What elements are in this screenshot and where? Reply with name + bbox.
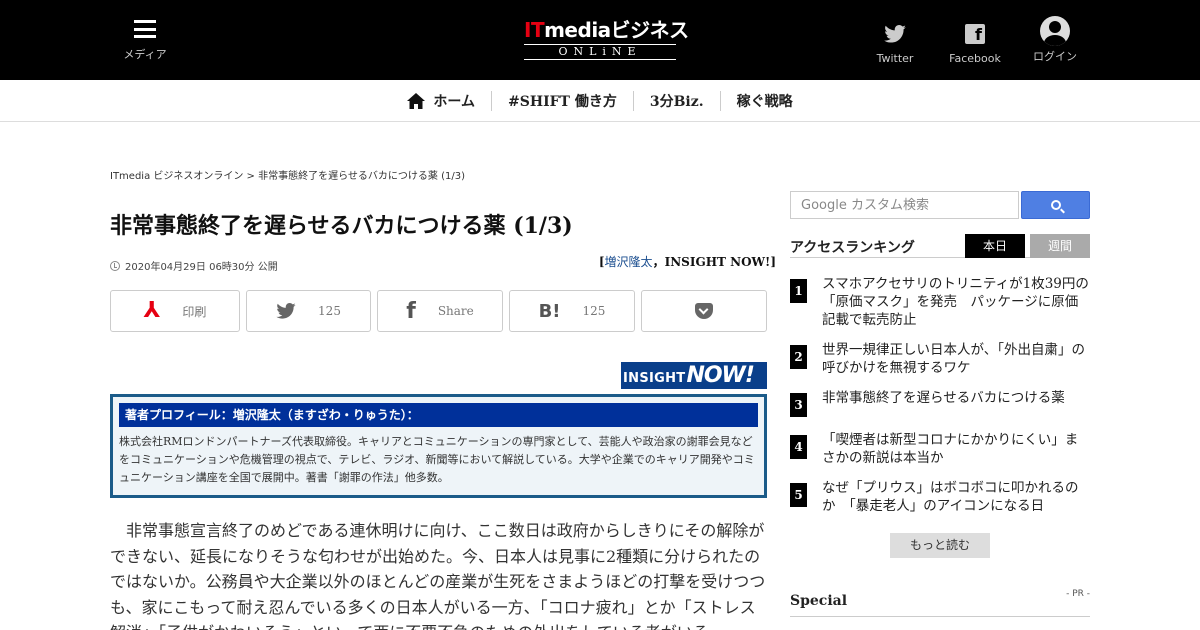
pr-label: - PR - xyxy=(1066,589,1090,599)
logo-main: mediaビジネス xyxy=(544,18,689,42)
ranking-item[interactable]: 4 「喫煙者は新型コロナにかかりにくい」まさかの新説は本当か xyxy=(790,431,1090,467)
hatena-button[interactable]: B! 125 xyxy=(509,290,635,332)
logo-sub: ONLiNE xyxy=(524,44,676,60)
twitter-icon xyxy=(276,303,296,319)
share-toolbar: ⅄ 印刷 125 f Share B! 125 xyxy=(110,290,767,332)
user-icon xyxy=(1040,16,1070,46)
hatena-bookmark-icon: B! xyxy=(538,300,561,322)
main-nav: ホーム #SHIFT 働き方 3分Biz. 稼ぐ戦略 xyxy=(0,80,1200,122)
nav-item-label: ホーム xyxy=(433,93,475,110)
nav-item-label: 稼ぐ戦略 xyxy=(736,93,793,110)
tweet-count: 125 xyxy=(318,304,341,318)
clock-icon xyxy=(110,260,120,271)
ranking-item[interactable]: 3 非常事態終了を遅らせるバカにつける薬 xyxy=(790,389,1090,417)
author-profile-text: 株式会社RMロンドンパートナーズ代表取締役。キャリアとコミュニケーションの専門家… xyxy=(119,435,755,484)
ranking-item-title: 「喫煙者は新型コロナにかかりにくい」まさかの新説は本当か xyxy=(822,432,1079,466)
print-label: 印刷 xyxy=(182,304,207,319)
author-credit: [増沢隆太，INSIGHT NOW!] xyxy=(598,255,776,269)
login-label: ログイン xyxy=(1033,50,1077,63)
ranking-item[interactable]: 5 なぜ「プリウス」はボコボコに叩かれるのか 「暴走老人」のアイコンになる日 xyxy=(790,479,1090,515)
author-profile: 著者プロフィール：増沢隆太（ますざわ・りゅうた）： 株式会社RMロンドンパートナ… xyxy=(110,394,767,498)
tab-weekly[interactable]: 週間 xyxy=(1030,234,1090,258)
insight-now-logo-a: INSIGHT xyxy=(623,371,686,386)
special-title: Special xyxy=(790,593,848,609)
nav-item-home[interactable]: ホーム xyxy=(391,91,491,111)
tab-today[interactable]: 本日 xyxy=(965,234,1025,258)
media-menu-label: メディア xyxy=(123,48,167,61)
special-section-header: Special - PR - xyxy=(790,589,1090,617)
pdf-icon: ⅄ xyxy=(143,298,161,323)
home-icon xyxy=(407,92,426,109)
site-header: メディア ITmediaビジネス ONLiNE Twitter f Facebo… xyxy=(0,0,1200,80)
access-ranking-header: アクセスランキング 本日 週間 xyxy=(790,234,1090,258)
twitter-label: Twitter xyxy=(876,52,914,65)
ranking-item[interactable]: 2 世界一規律正しい日本人が、「外出自粛」の呼びかけを無視するワケ xyxy=(790,341,1090,377)
media-menu-button[interactable]: メディア xyxy=(120,20,170,62)
article-body: 非常事態宣言終了のめどである連休明けに向け、ここ数日は政府からしきりにその解除が… xyxy=(110,521,766,630)
ranking-item-title: 世界一規律正しい日本人が、「外出自粛」の呼びかけを無視するワケ xyxy=(822,342,1085,376)
nav-item-label: #SHIFT 働き方 xyxy=(508,93,617,110)
insight-now-logo[interactable]: INSIGHT NOW! xyxy=(621,362,767,389)
hatena-count: 125 xyxy=(582,304,606,318)
rank-number: 5 xyxy=(790,483,807,507)
author-org: INSIGHT NOW! xyxy=(664,255,771,269)
nav-item-strategy[interactable]: 稼ぐ戦略 xyxy=(719,90,809,111)
facebook-icon: f xyxy=(406,298,416,324)
ranking-item[interactable]: 1 スマホアクセサリのトリニティが1枚39円の「原価マスク」を発売 パッケージに… xyxy=(790,275,1090,329)
nav-item-shift[interactable]: #SHIFT 働き方 xyxy=(491,90,633,111)
insight-now-logo-b: NOW! xyxy=(686,363,754,388)
author-profile-heading: 著者プロフィール：増沢隆太（ますざわ・りゅうた）： xyxy=(119,403,758,427)
ranking-item-title: なぜ「プリウス」はボコボコに叩かれるのか 「暴走老人」のアイコンになる日 xyxy=(822,480,1079,514)
facebook-label: Facebook xyxy=(949,52,1001,65)
tweet-button[interactable]: 125 xyxy=(246,290,371,332)
rank-number: 4 xyxy=(790,435,807,459)
rank-number: 1 xyxy=(790,279,807,303)
facebook-button[interactable]: f Facebook xyxy=(945,22,1005,65)
rank-number: 3 xyxy=(790,393,807,417)
breadcrumb[interactable]: ITmedia ビジネスオンライン > 非常事態終了を遅らせるバカにつける薬 (… xyxy=(110,167,465,182)
hamburger-icon xyxy=(134,20,156,38)
author-link[interactable]: 増沢隆太 xyxy=(605,255,653,269)
twitter-button[interactable]: Twitter xyxy=(865,22,925,65)
page-title: 非常事態終了を遅らせるバカにつける薬 (1/3) xyxy=(110,213,573,239)
search-icon xyxy=(1050,200,1061,210)
print-button[interactable]: ⅄ 印刷 xyxy=(110,290,240,332)
logo-it: IT xyxy=(524,18,545,42)
access-ranking-title: アクセスランキング xyxy=(790,240,915,256)
site-search xyxy=(790,191,1090,219)
ranking-item-title: スマホアクセサリのトリニティが1枚39円の「原価マスク」を発売 パッケージに原価… xyxy=(822,276,1089,328)
ranking-item-title: 非常事態終了を遅らせるバカにつける薬 xyxy=(822,390,1065,406)
facebook-icon: f xyxy=(965,24,985,44)
read-more-button[interactable]: もっと読む xyxy=(890,533,990,558)
search-input[interactable] xyxy=(790,191,1019,219)
nav-item-3minbiz[interactable]: 3分Biz. xyxy=(632,90,720,111)
publish-date-text: 2020年04月29日 06時30分 公開 xyxy=(125,262,278,273)
site-logo[interactable]: ITmediaビジネス ONLiNE xyxy=(524,18,689,60)
publish-date: 2020年04月29日 06時30分 公開 xyxy=(110,258,278,273)
facebook-share-label: Share xyxy=(437,304,474,318)
nav-item-label: 3分Biz. xyxy=(649,93,704,110)
pocket-icon xyxy=(695,303,713,319)
rank-number: 2 xyxy=(790,345,807,369)
twitter-icon xyxy=(884,25,906,43)
pocket-button[interactable] xyxy=(641,290,767,332)
login-button[interactable]: ログイン xyxy=(1025,16,1085,64)
facebook-share-button[interactable]: f Share xyxy=(377,290,503,332)
search-button[interactable] xyxy=(1021,191,1090,219)
